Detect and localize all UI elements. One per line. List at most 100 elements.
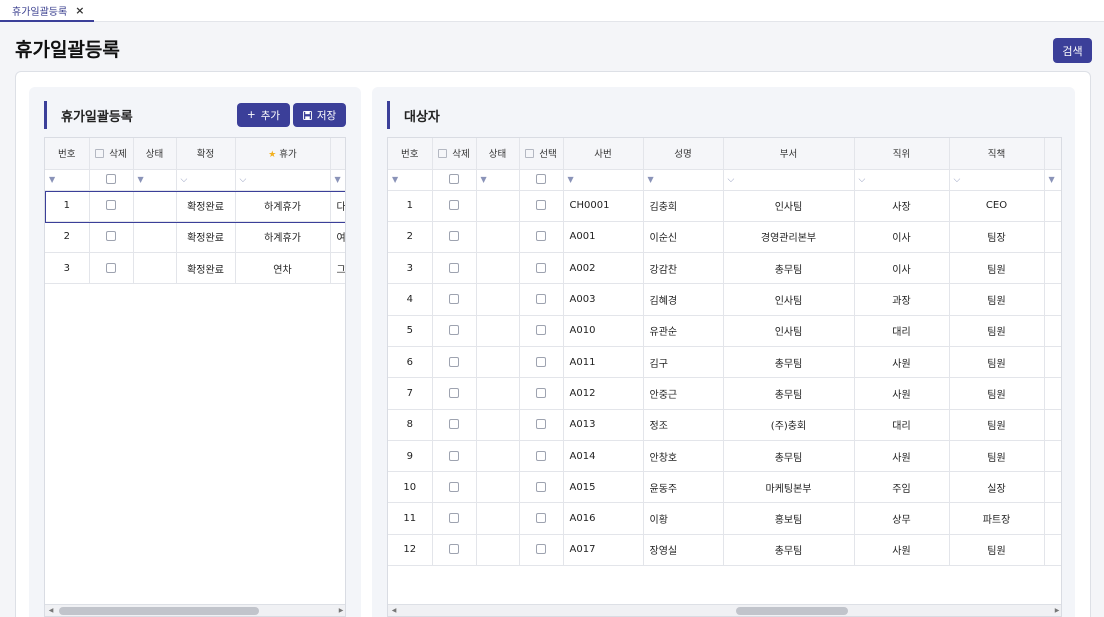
- filter-name[interactable]: ▼: [643, 169, 724, 191]
- tab-vacation-batch[interactable]: 휴가일괄등록 ×: [0, 0, 95, 22]
- cell-delete[interactable]: [432, 377, 477, 410]
- filter-extra[interactable]: ▼: [1044, 169, 1061, 191]
- row-checkbox[interactable]: [449, 231, 459, 242]
- filter-checkbox[interactable]: [449, 174, 459, 185]
- filter-role[interactable]: ⌵: [949, 169, 1045, 191]
- cell-delete[interactable]: [432, 440, 477, 473]
- table-row[interactable]: 9 A014 안창호 총무팀 사원 팀원: [388, 440, 1061, 473]
- select-all-checkbox[interactable]: [438, 149, 448, 159]
- filter-delete[interactable]: [432, 169, 477, 191]
- scroll-left-icon[interactable]: ◀: [388, 607, 400, 614]
- cell-delete[interactable]: [89, 252, 134, 285]
- filter-emp-no[interactable]: ▼: [563, 169, 644, 191]
- col-header-extra[interactable]: [330, 138, 345, 170]
- filter-confirm[interactable]: ⌵: [176, 169, 236, 191]
- row-checkbox[interactable]: [536, 450, 546, 461]
- scroll-right-icon[interactable]: ▶: [1051, 607, 1061, 614]
- cell-select[interactable]: [519, 440, 564, 473]
- table-row[interactable]: 8 A013 정조 (주)충회 대리 팀원: [388, 409, 1061, 441]
- row-checkbox[interactable]: [536, 325, 546, 336]
- col-header-name[interactable]: 성명: [643, 138, 724, 170]
- cell-delete[interactable]: [432, 502, 477, 535]
- row-checkbox[interactable]: [449, 262, 459, 273]
- cell-select[interactable]: [519, 409, 564, 441]
- cell-delete[interactable]: [432, 252, 477, 285]
- cell-select[interactable]: [519, 502, 564, 535]
- horizontal-scrollbar[interactable]: ◀ ▶: [45, 604, 345, 616]
- col-header-no[interactable]: 번호: [45, 138, 90, 170]
- row-checkbox[interactable]: [449, 325, 459, 336]
- row-checkbox[interactable]: [536, 356, 546, 367]
- col-header-delete[interactable]: 삭제: [432, 138, 477, 170]
- row-checkbox[interactable]: [449, 544, 459, 555]
- cell-delete[interactable]: [432, 283, 477, 316]
- cell-delete[interactable]: [432, 346, 477, 379]
- select-all-checkbox[interactable]: [525, 149, 535, 159]
- filter-extra[interactable]: ▼: [330, 169, 345, 191]
- col-header-select[interactable]: 선택: [519, 138, 564, 170]
- cell-select[interactable]: [519, 534, 564, 567]
- table-row[interactable]: 3 A002 강감찬 총무팀 이사 팀원: [388, 252, 1061, 285]
- col-header-dept[interactable]: 부서: [723, 138, 855, 170]
- row-checkbox[interactable]: [449, 481, 459, 492]
- row-checkbox[interactable]: [536, 513, 546, 524]
- col-header-emp-no[interactable]: 사번: [563, 138, 644, 170]
- cell-select[interactable]: [519, 190, 564, 222]
- table-row[interactable]: 6 A011 김구 총무팀 사원 팀원: [388, 346, 1061, 379]
- col-header-role[interactable]: 직책: [949, 138, 1045, 170]
- row-checkbox[interactable]: [106, 200, 116, 211]
- cell-delete[interactable]: [432, 221, 477, 254]
- col-header-status[interactable]: 상태: [133, 138, 177, 170]
- row-checkbox[interactable]: [536, 262, 546, 273]
- row-checkbox[interactable]: [449, 356, 459, 367]
- filter-no[interactable]: ▼: [388, 169, 433, 191]
- col-header-rank[interactable]: 직위: [854, 138, 950, 170]
- cell-delete[interactable]: [432, 534, 477, 567]
- row-checkbox[interactable]: [536, 294, 546, 305]
- filter-rank[interactable]: ⌵: [854, 169, 950, 191]
- col-header-no[interactable]: 번호: [388, 138, 433, 170]
- search-button[interactable]: 검색: [1053, 38, 1092, 63]
- cell-delete[interactable]: [432, 409, 477, 441]
- table-row[interactable]: 4 A003 김혜경 인사팀 과장 팀원: [388, 283, 1061, 316]
- col-header-delete[interactable]: 삭제: [89, 138, 134, 170]
- row-checkbox[interactable]: [449, 419, 459, 430]
- row-checkbox[interactable]: [449, 200, 459, 211]
- cell-delete[interactable]: [432, 315, 477, 347]
- cell-delete[interactable]: [432, 471, 477, 504]
- row-checkbox[interactable]: [449, 450, 459, 461]
- add-button[interactable]: + 추가: [237, 103, 290, 127]
- row-checkbox[interactable]: [536, 231, 546, 242]
- scroll-left-icon[interactable]: ◀: [45, 607, 57, 614]
- scroll-thumb[interactable]: [59, 607, 259, 615]
- filter-checkbox[interactable]: [106, 174, 116, 185]
- row-checkbox[interactable]: [449, 513, 459, 524]
- filter-no[interactable]: ▼: [45, 169, 90, 191]
- filter-checkbox[interactable]: [536, 174, 546, 185]
- table-row[interactable]: 2 확정완료 하계휴가 여: [45, 221, 345, 254]
- select-all-checkbox[interactable]: [95, 149, 105, 159]
- row-checkbox[interactable]: [536, 200, 546, 211]
- save-button[interactable]: 저장: [293, 103, 346, 127]
- filter-status[interactable]: ▼: [133, 169, 177, 191]
- row-checkbox[interactable]: [536, 419, 546, 430]
- col-header-confirm[interactable]: 확정: [176, 138, 236, 170]
- cell-delete[interactable]: [89, 190, 134, 222]
- table-row[interactable]: 12 A017 장영실 총무팀 사원 팀원: [388, 534, 1061, 567]
- row-checkbox[interactable]: [536, 544, 546, 555]
- cell-select[interactable]: [519, 346, 564, 379]
- table-row[interactable]: 10 A015 윤동주 마케팅본부 주임 실장: [388, 471, 1061, 504]
- row-checkbox[interactable]: [449, 294, 459, 305]
- cell-select[interactable]: [519, 283, 564, 316]
- table-row[interactable]: 2 A001 이순신 경영관리본부 이사 팀장: [388, 221, 1061, 254]
- cell-delete[interactable]: [89, 221, 134, 254]
- table-row[interactable]: 1 확정완료 하계휴가 다: [45, 190, 345, 222]
- close-icon[interactable]: ×: [75, 4, 84, 17]
- table-row[interactable]: 5 A010 유관순 인사팀 대리 팀원: [388, 315, 1061, 347]
- col-header-extra[interactable]: [1044, 138, 1061, 170]
- cell-select[interactable]: [519, 315, 564, 347]
- row-checkbox[interactable]: [536, 481, 546, 492]
- cell-delete[interactable]: [432, 190, 477, 222]
- col-header-vacation[interactable]: ★ 휴가: [235, 138, 331, 170]
- cell-select[interactable]: [519, 252, 564, 285]
